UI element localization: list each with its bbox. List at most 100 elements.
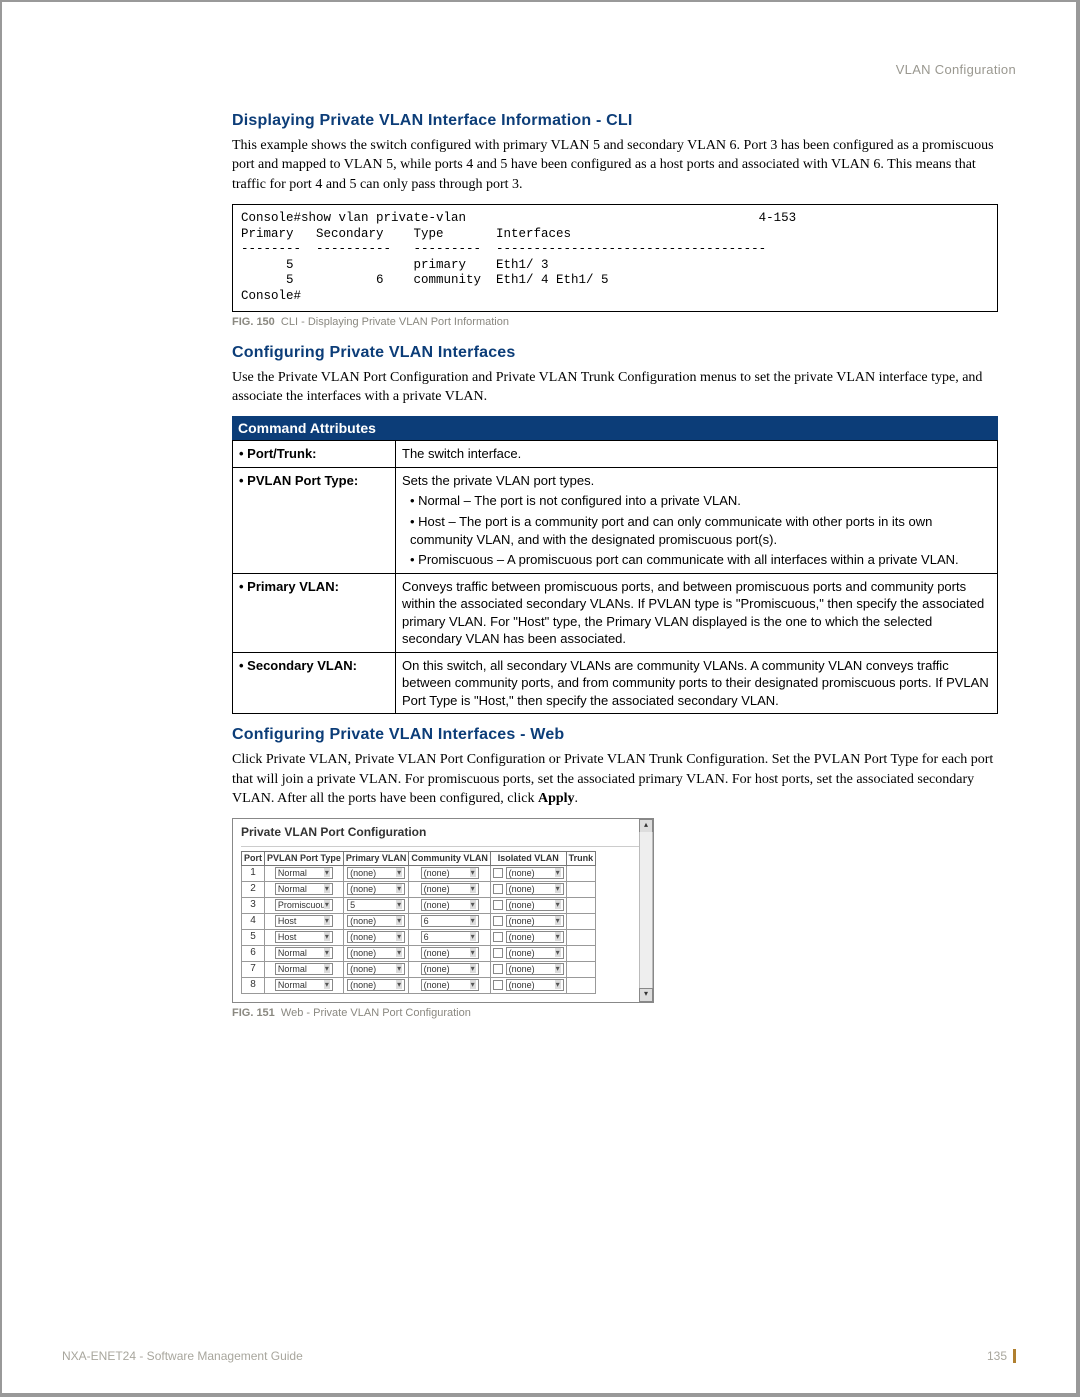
section-title-2: Configuring Private VLAN Interfaces	[232, 344, 998, 362]
pvlan-type-select[interactable]: Normal	[275, 979, 333, 992]
port-cell: 3	[242, 897, 265, 913]
trunk-cell	[566, 881, 596, 897]
section-body-2: Use the Private VLAN Port Configuration …	[232, 368, 998, 407]
scroll-down-icon[interactable]: ▾	[639, 988, 653, 1002]
pvlan-type-select[interactable]: Normal	[275, 963, 333, 976]
primary-vlan-select[interactable]: (none)	[347, 963, 405, 976]
footer-doc-title: NXA-ENET24 - Software Management Guide	[62, 1349, 303, 1363]
pvlan-type-select[interactable]: Host	[275, 931, 333, 944]
pvlan-type-select[interactable]: Normal	[275, 947, 333, 960]
trunk-cell	[566, 865, 596, 881]
web-screenshot-inner: Private VLAN Port Configuration PortPVLA…	[233, 819, 653, 1001]
port-cell: 7	[242, 961, 265, 977]
port-cell: 8	[242, 977, 265, 993]
attr-label: • Secondary VLAN:	[233, 652, 396, 714]
isolated-vlan-select[interactable]: (none)	[506, 915, 564, 928]
primary-vlan-select[interactable]: (none)	[347, 979, 405, 992]
content-column: Displaying Private VLAN Interface Inform…	[232, 112, 998, 1019]
community-vlan-select[interactable]: 6	[421, 915, 479, 928]
isolated-vlan-select[interactable]: (none)	[506, 899, 564, 912]
intro: Sets the private VLAN port types.	[402, 473, 594, 488]
primary-vlan-select[interactable]: (none)	[347, 931, 405, 944]
scroll-up-icon[interactable]: ▴	[639, 819, 653, 833]
community-vlan-select[interactable]: 6	[421, 931, 479, 944]
isolated-checkbox[interactable]	[493, 916, 503, 926]
trunk-cell	[566, 913, 596, 929]
primary-vlan-select[interactable]: (none)	[347, 947, 405, 960]
fig-150-caption: FIG. 150 CLI - Displaying Private VLAN P…	[232, 316, 998, 328]
table-row: 2 Normal (none) (none) (none)	[242, 881, 596, 897]
isolated-vlan-select[interactable]: (none)	[506, 963, 564, 976]
breadcrumb: VLAN Configuration	[62, 62, 1016, 77]
attr-row-pvlan-type: • PVLAN Port Type: Sets the private VLAN…	[233, 467, 998, 573]
page: VLAN Configuration Displaying Private VL…	[0, 0, 1080, 1397]
shot-title: Private VLAN Port Configuration	[241, 825, 645, 846]
table-header-cell: Community VLAN	[409, 851, 491, 865]
isolated-vlan-select[interactable]: (none)	[506, 979, 564, 992]
table-header-cell: Trunk	[566, 851, 596, 865]
pvlan-config-table: PortPVLAN Port TypePrimary VLANCommunity…	[241, 851, 596, 994]
fig-label: FIG. 151	[232, 1007, 275, 1019]
table-header-cell: Primary VLAN	[343, 851, 409, 865]
isolated-vlan-select[interactable]: (none)	[506, 867, 564, 880]
section-body-3: Click Private VLAN, Private VLAN Port Co…	[232, 750, 998, 808]
pvlan-type-select[interactable]: Host	[275, 915, 333, 928]
isolated-checkbox[interactable]	[493, 884, 503, 894]
section-body-1: This example shows the switch configured…	[232, 136, 998, 194]
port-cell: 1	[242, 865, 265, 881]
attr-row-primary-vlan: • Primary VLAN: Conveys traffic between …	[233, 573, 998, 652]
isolated-vlan-select[interactable]: (none)	[506, 947, 564, 960]
pvlan-type-select[interactable]: Normal	[275, 867, 333, 880]
port-cell: 5	[242, 929, 265, 945]
community-vlan-select[interactable]: (none)	[421, 899, 479, 912]
isolated-checkbox[interactable]	[493, 964, 503, 974]
isolated-checkbox[interactable]	[493, 900, 503, 910]
attr-text: Conveys traffic between promiscuous port…	[396, 573, 998, 652]
isolated-checkbox[interactable]	[493, 932, 503, 942]
fig-text: Web - Private VLAN Port Configuration	[281, 1007, 471, 1019]
primary-vlan-select[interactable]: (none)	[347, 883, 405, 896]
table-row: 7 Normal (none) (none) (none)	[242, 961, 596, 977]
community-vlan-select[interactable]: (none)	[421, 979, 479, 992]
attr-label: • Primary VLAN:	[233, 573, 396, 652]
attr-row-port-trunk: • Port/Trunk: The switch interface.	[233, 441, 998, 468]
primary-vlan-select[interactable]: (none)	[347, 867, 405, 880]
attr-text: On this switch, all secondary VLANs are …	[396, 652, 998, 714]
attr-label: • PVLAN Port Type:	[233, 467, 396, 573]
community-vlan-select[interactable]: (none)	[421, 947, 479, 960]
scroll-track[interactable]	[639, 832, 653, 988]
community-vlan-select[interactable]: (none)	[421, 883, 479, 896]
web-screenshot: ▴ ▾ Private VLAN Port Configuration Port…	[232, 818, 654, 1002]
fig-151-caption: FIG. 151 Web - Private VLAN Port Configu…	[232, 1007, 998, 1019]
pvlan-type-select[interactable]: Normal	[275, 883, 333, 896]
port-cell: 4	[242, 913, 265, 929]
body-part1: Click Private VLAN, Private VLAN Port Co…	[232, 752, 993, 806]
isolated-vlan-select[interactable]: (none)	[506, 931, 564, 944]
section-title-1: Displaying Private VLAN Interface Inform…	[232, 112, 998, 130]
table-header-cell: Port	[242, 851, 265, 865]
isolated-checkbox[interactable]	[493, 980, 503, 990]
bullet-promiscuous: • Promiscuous – A promiscuous port can c…	[402, 551, 991, 569]
page-footer: NXA-ENET24 - Software Management Guide 1…	[62, 1349, 1016, 1363]
trunk-cell	[566, 961, 596, 977]
isolated-checkbox[interactable]	[493, 948, 503, 958]
fig-label: FIG. 150	[232, 316, 275, 328]
primary-vlan-select[interactable]: 5	[347, 899, 405, 912]
trunk-cell	[566, 977, 596, 993]
attr-row-secondary-vlan: • Secondary VLAN: On this switch, all se…	[233, 652, 998, 714]
pvlan-type-select[interactable]: Promiscuous	[275, 899, 333, 912]
table-header-row: PortPVLAN Port TypePrimary VLANCommunity…	[242, 851, 596, 865]
body-part2: .	[575, 791, 579, 806]
table-row: 1 Normal (none) (none) (none)	[242, 865, 596, 881]
port-cell: 6	[242, 945, 265, 961]
section-title-3: Configuring Private VLAN Interfaces - We…	[232, 726, 998, 744]
attr-text: The switch interface.	[396, 441, 998, 468]
primary-vlan-select[interactable]: (none)	[347, 915, 405, 928]
community-vlan-select[interactable]: (none)	[421, 963, 479, 976]
port-cell: 2	[242, 881, 265, 897]
isolated-checkbox[interactable]	[493, 868, 503, 878]
community-vlan-select[interactable]: (none)	[421, 867, 479, 880]
table-row: 4 Host (none) 6 (none)	[242, 913, 596, 929]
fig-text: CLI - Displaying Private VLAN Port Infor…	[281, 316, 509, 328]
isolated-vlan-select[interactable]: (none)	[506, 883, 564, 896]
